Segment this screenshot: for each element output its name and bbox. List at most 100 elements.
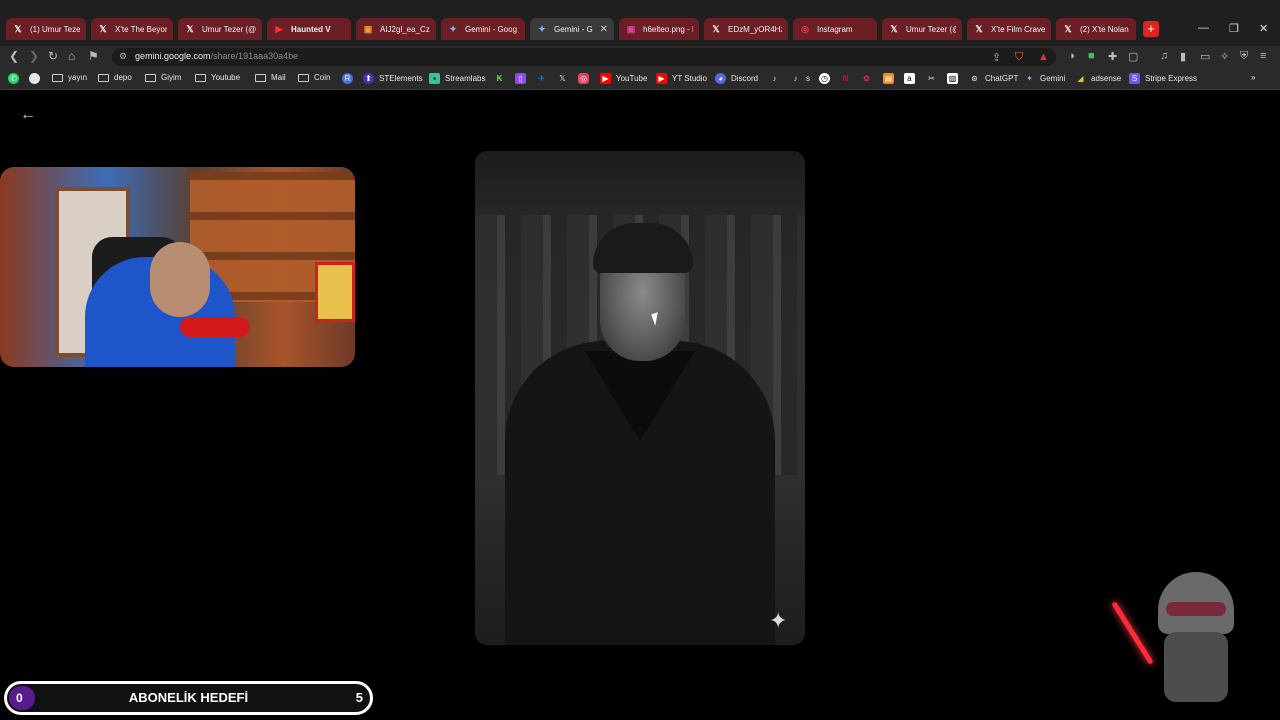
restore-icon[interactable]: ❐ (1229, 22, 1239, 35)
bookmark-label: YouTube (616, 74, 648, 83)
close-icon[interactable]: ✕ (600, 24, 608, 35)
bookmark-clock[interactable]: ◷ (819, 73, 835, 84)
bookmark-tiktok[interactable]: ♪ (769, 73, 785, 84)
tab[interactable]: ▣ AIJ2gl_ea_CzN (356, 18, 436, 40)
bookmark-youtube[interactable]: ▶ YouTube (600, 73, 647, 84)
webcam-overlay (0, 167, 355, 367)
bookmark-folder[interactable]: depo (98, 73, 132, 82)
folder-icon (52, 73, 63, 82)
tab[interactable]: ◎ Instagram (793, 18, 877, 40)
url-path: /share/191aaa30a4be (210, 51, 299, 61)
home-icon[interactable]: ⌂ (68, 49, 75, 63)
bookmark-twitch[interactable]: ▯ (515, 73, 531, 84)
bookmark-label: adsense (1091, 74, 1122, 83)
kick-icon: K (496, 74, 503, 83)
bookmark-netflix[interactable]: N (840, 73, 856, 84)
bookmark-stripe[interactable]: S Stripe Express (1129, 73, 1197, 84)
tab[interactable]: ✦ Gemini - Goog (441, 18, 525, 40)
minimize-icon[interactable]: — (1198, 22, 1209, 34)
bookmark-adsense[interactable]: ◢ adsense (1075, 73, 1121, 84)
bookmark-x[interactable]: 𝕏 (557, 73, 573, 84)
tab[interactable]: ▣ h6elteo.png - I (619, 18, 699, 40)
discord-icon: ◕ (715, 73, 726, 84)
capcut-icon: ✂ (928, 74, 935, 83)
bookmark-label: Gemini (1040, 74, 1066, 83)
extension-icon[interactable]: ▢ (1128, 50, 1138, 63)
bookmarks-overflow-icon[interactable]: » (1251, 73, 1255, 82)
flower-icon: ✿ (863, 74, 870, 83)
tab[interactable]: 𝕏 (2) X'te Nolan / (1056, 18, 1136, 40)
bookmark-folder[interactable]: Youtube (195, 73, 240, 82)
bookmark-label: STElements (379, 74, 423, 83)
tab[interactable]: ▶ Haunted V (267, 18, 351, 40)
bookmark-folder[interactable]: Giyim (145, 73, 181, 82)
reload-icon[interactable]: ↻ (48, 49, 58, 63)
bookmark-folder[interactable]: Mail (255, 73, 286, 82)
tab-active[interactable]: ✦ Gemini - G ✕ (530, 18, 614, 40)
leo-icon[interactable]: ✧ (1220, 50, 1229, 63)
rewards-icon[interactable]: ▲ (1038, 51, 1049, 63)
generated-image[interactable]: ✦ (475, 151, 805, 645)
tab[interactable]: 𝕏 Umur Tezer (@ (178, 18, 262, 40)
tab[interactable]: 𝕏 EDzM_yOR4Hz (704, 18, 788, 40)
bookmark-bluesky[interactable]: ✈ (536, 73, 552, 84)
extension-icon[interactable]: ■ (1088, 50, 1095, 62)
bookmark-amazon[interactable]: a (904, 73, 920, 84)
chrome-icon (29, 73, 40, 84)
puzzle-icon[interactable]: ✚ (1108, 50, 1117, 63)
folder-icon (298, 73, 309, 82)
bookmark-r[interactable]: R (342, 73, 358, 84)
x-icon: 𝕏 (712, 23, 720, 34)
tab[interactable]: 𝕏 (1) Umur Tezer (6, 18, 86, 40)
vpn-icon[interactable]: ⛨ (1240, 50, 1248, 63)
stripe-icon: S (1129, 73, 1140, 84)
bookmark-chrome[interactable] (29, 73, 45, 84)
bookmark-discord[interactable]: ◕ Discord (715, 73, 758, 84)
bookmark-kick[interactable]: K (494, 73, 510, 84)
bookmark-tiktok-s[interactable]: ♪ s (790, 73, 811, 84)
address-bar[interactable]: ⚙ gemini.google.com/share/191aaa30a4be ⇪… (112, 48, 1056, 66)
close-window-icon[interactable]: ✕ (1259, 22, 1268, 35)
back-arrow-icon[interactable]: ← (20, 106, 36, 124)
bluesky-icon: ✈ (538, 74, 545, 83)
media-icon[interactable]: ♫ (1160, 50, 1168, 62)
amazon-icon: a (904, 73, 915, 84)
share-icon[interactable]: ⇪ (992, 51, 1001, 64)
bookmark-label: Stripe Express (1145, 74, 1198, 83)
brave-shield-icon[interactable]: ⛉ (1015, 51, 1023, 64)
extension-icon[interactable]: ◑ (1068, 50, 1075, 62)
new-tab-button[interactable]: + (1143, 21, 1159, 37)
site-info-icon[interactable]: ⚙ (119, 51, 127, 62)
chatgpt-icon: ⊛ (971, 74, 978, 83)
bookmark-folder[interactable]: Coin (298, 73, 330, 82)
tab[interactable]: 𝕏 X'te The Beyon (91, 18, 173, 40)
wallet-icon[interactable]: ▭ (1200, 50, 1210, 63)
bookmark-label: Discord (731, 74, 759, 83)
bookmark-instagram[interactable]: ◎ (578, 73, 594, 84)
x-icon: 𝕏 (1064, 23, 1072, 34)
bookmark-gemini[interactable]: ✦ Gemini (1024, 73, 1065, 84)
back-icon[interactable]: ❮ (9, 49, 19, 63)
url-text[interactable]: gemini.google.com/share/191aaa30a4be (135, 51, 298, 61)
tab-label: Gemini - G (554, 24, 593, 34)
bookmark-image[interactable]: ▨ (947, 73, 963, 84)
bookmark-whatsapp[interactable]: ✆ (8, 73, 24, 84)
bookmark-streamlabs[interactable]: ▪ Streamlabs (429, 73, 485, 84)
bookmark-chatgpt[interactable]: ⊛ ChatGPT (969, 73, 1018, 84)
bookmark-folder[interactable]: yayın (52, 73, 87, 82)
bookmark-label: Streamlabs (445, 74, 486, 83)
bookmark-orange[interactable]: ▤ (883, 73, 899, 84)
folder-icon (255, 73, 266, 82)
tab[interactable]: 𝕏 X'te Film Crave (967, 18, 1051, 40)
bookmark-stelements[interactable]: ⬆ STElements (363, 73, 423, 84)
tab[interactable]: 𝕏 Umur Tezer (@ (882, 18, 962, 40)
bookmark-capcut[interactable]: ✂ (926, 73, 942, 84)
r-icon: R (342, 73, 353, 84)
sidebar-icon[interactable]: ▮ (1180, 50, 1186, 63)
bookmark-yt-studio[interactable]: ▶ YT Studio (656, 73, 707, 84)
forward-icon[interactable]: ❯ (29, 49, 39, 63)
menu-icon[interactable]: ≡ (1260, 50, 1266, 62)
toolbar: ❮ ❯ ↻ ⌂ ⚑ ⚙ gemini.google.com/share/191a… (0, 46, 1280, 68)
bookmark-icon[interactable]: ⚑ (88, 49, 99, 63)
bookmark-flower[interactable]: ✿ (861, 73, 877, 84)
